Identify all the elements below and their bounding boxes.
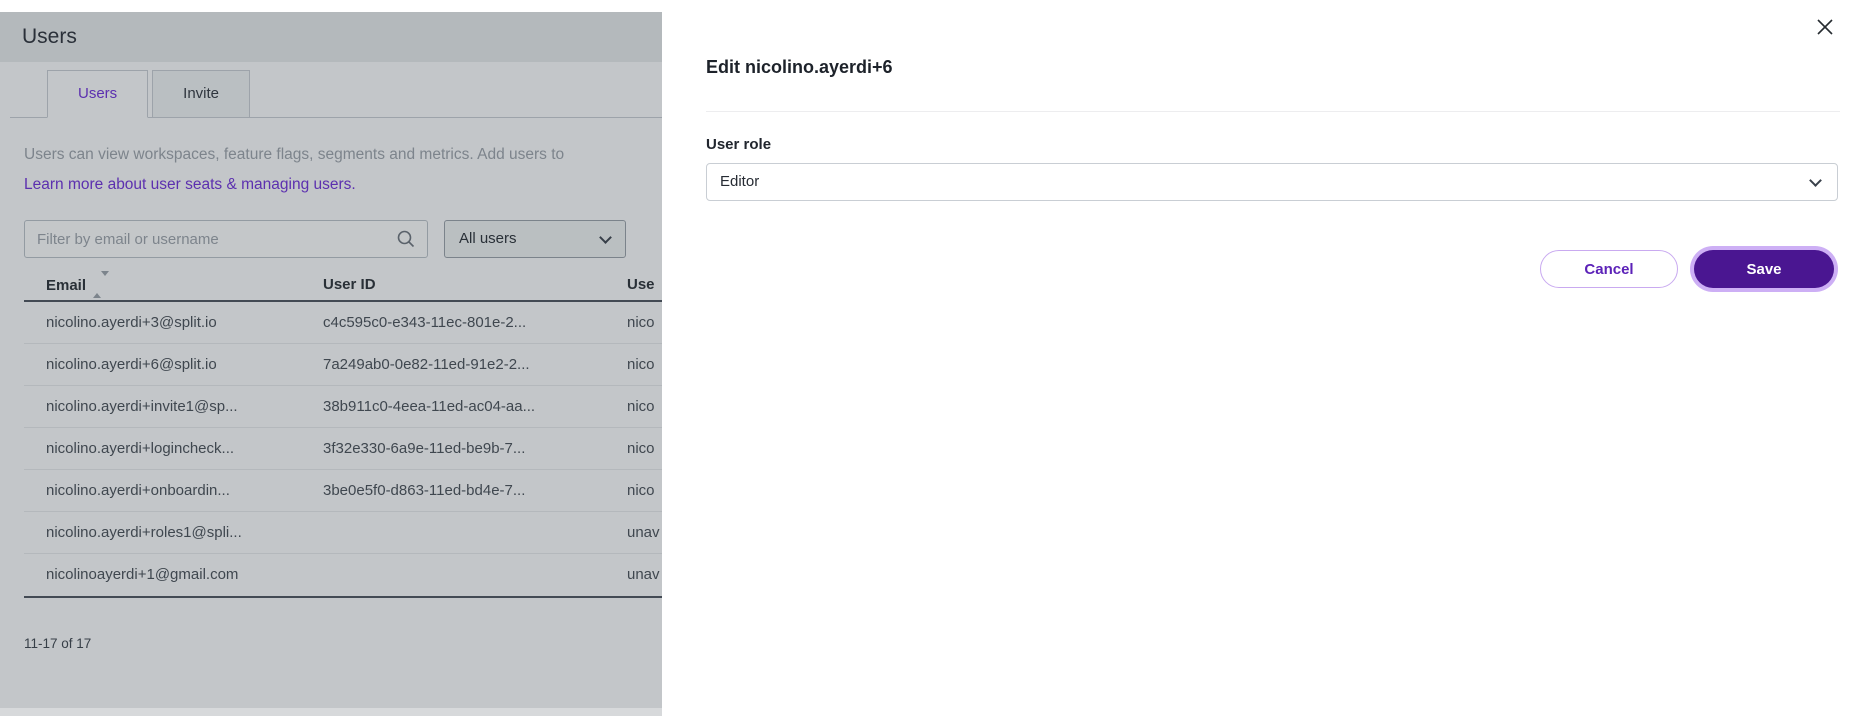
save-button[interactable]: Save [1694,250,1834,288]
panel-title: Edit nicolino.ayerdi+6 [706,57,893,78]
user-role-select[interactable]: Editor [706,163,1838,201]
screen: Users Users Invite Users can view worksp… [0,0,1856,716]
panel-divider [706,111,1840,112]
user-role-label: User role [706,136,771,153]
close-button[interactable] [1810,12,1840,42]
edit-user-panel: Edit nicolino.ayerdi+6 User role Editor … [662,0,1856,716]
cancel-button[interactable]: Cancel [1540,250,1678,288]
page-bottom-strip [0,708,662,716]
chevron-down-icon [1809,174,1822,187]
dim-overlay[interactable] [0,12,662,708]
x-icon [1814,16,1836,38]
user-role-value: Editor [720,173,759,190]
